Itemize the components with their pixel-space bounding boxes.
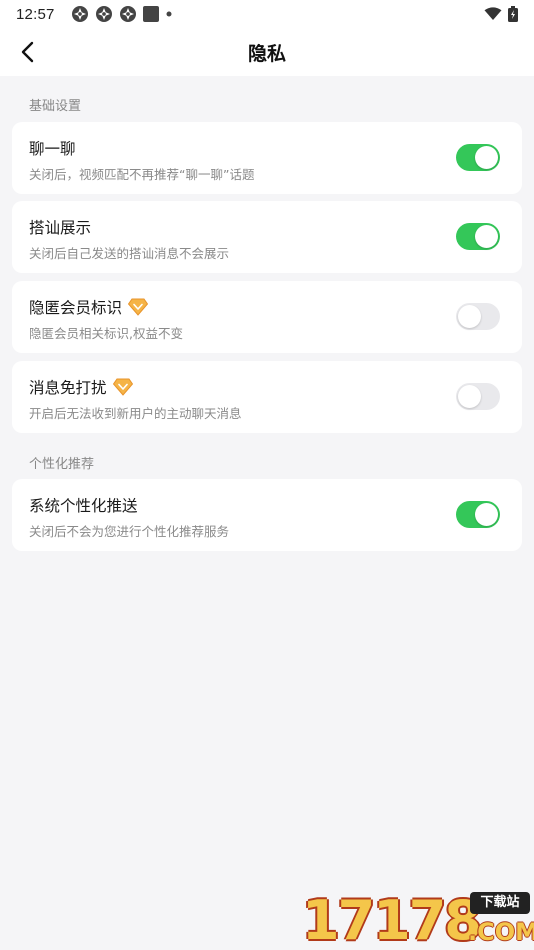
setting-description: 开启后无法收到新用户的主动聊天消息	[29, 406, 242, 421]
setting-row-chat-topic: 聊一聊 关闭后，视频匹配不再推荐“聊一聊”话题	[12, 122, 522, 194]
setting-title-text: 搭讪展示	[29, 219, 92, 237]
setting-title-text: 消息免打扰	[29, 379, 107, 397]
diamond-icon	[128, 298, 149, 316]
hide-vip-badge-toggle[interactable]	[456, 303, 500, 330]
toggle-knob	[458, 385, 481, 408]
toggle-knob	[458, 305, 481, 328]
setting-title: 聊一聊	[29, 137, 76, 159]
app-header: 隐私	[0, 28, 534, 76]
app-notification-icon	[119, 6, 136, 22]
setting-title: 系统个性化推送	[29, 494, 138, 516]
section-label-basic: 基础设置	[29, 99, 82, 114]
setting-row-hide-vip-badge: 隐匿会员标识 隐匿会员相关标识,权益不变	[12, 281, 522, 353]
back-button[interactable]	[12, 36, 44, 68]
battery-icon	[508, 6, 518, 22]
toggle-knob	[475, 146, 498, 169]
wifi-icon	[484, 7, 502, 20]
watermark-digits: 17178	[302, 889, 482, 950]
toggle-knob	[475, 225, 498, 248]
setting-title: 搭讪展示	[29, 216, 91, 238]
diamond-icon	[112, 378, 133, 396]
status-time: 12:57	[16, 5, 55, 23]
personalized-push-toggle[interactable]	[456, 501, 500, 528]
chat-topic-toggle[interactable]	[456, 144, 500, 171]
watermark-suffix: .COM	[468, 918, 534, 946]
setting-row-personalized-push: 系统个性化推送 关闭后不会为您进行个性化推荐服务	[12, 479, 522, 551]
setting-title: 消息免打扰	[29, 376, 133, 398]
privacy-screen: 12:57 隐私 基础设置 聊一聊 关闭后，视频匹配不再推荐“聊一聊”话题 搭讪…	[0, 0, 534, 950]
setting-description: 关闭后自己发送的搭讪消息不会展示	[29, 246, 230, 261]
app-notification-icon	[95, 6, 112, 22]
setting-description: 关闭后，视频匹配不再推荐“聊一聊”话题	[29, 167, 255, 182]
setting-row-greeting-display: 搭讪展示 关闭后自己发送的搭讪消息不会展示	[12, 201, 522, 273]
setting-title-text: 聊一聊	[29, 140, 76, 158]
app-notification-icon	[71, 6, 88, 22]
setting-title: 隐匿会员标识	[29, 296, 149, 318]
status-bar: 12:57	[0, 0, 534, 28]
greeting-display-toggle[interactable]	[456, 223, 500, 250]
section-label-personalization: 个性化推荐	[29, 457, 95, 472]
toggle-knob	[475, 503, 498, 526]
chevron-left-icon	[21, 41, 34, 63]
setting-description: 关闭后不会为您进行个性化推荐服务	[29, 524, 230, 539]
notification-icons	[71, 5, 173, 23]
page-title: 隐私	[247, 42, 286, 65]
site-watermark: 17178 下载站 .COM	[302, 888, 534, 950]
do-not-disturb-toggle[interactable]	[456, 383, 500, 410]
setting-row-do-not-disturb: 消息免打扰 开启后无法收到新用户的主动聊天消息	[12, 361, 522, 433]
system-icons	[484, 6, 518, 22]
setting-description: 隐匿会员相关标识,权益不变	[29, 326, 183, 341]
watermark-tag: 下载站	[470, 892, 530, 914]
setting-title-text: 系统个性化推送	[29, 497, 138, 515]
image-notification-icon	[142, 6, 159, 22]
setting-title-text: 隐匿会员标识	[29, 299, 123, 317]
more-notifications-dot-icon	[166, 11, 172, 17]
